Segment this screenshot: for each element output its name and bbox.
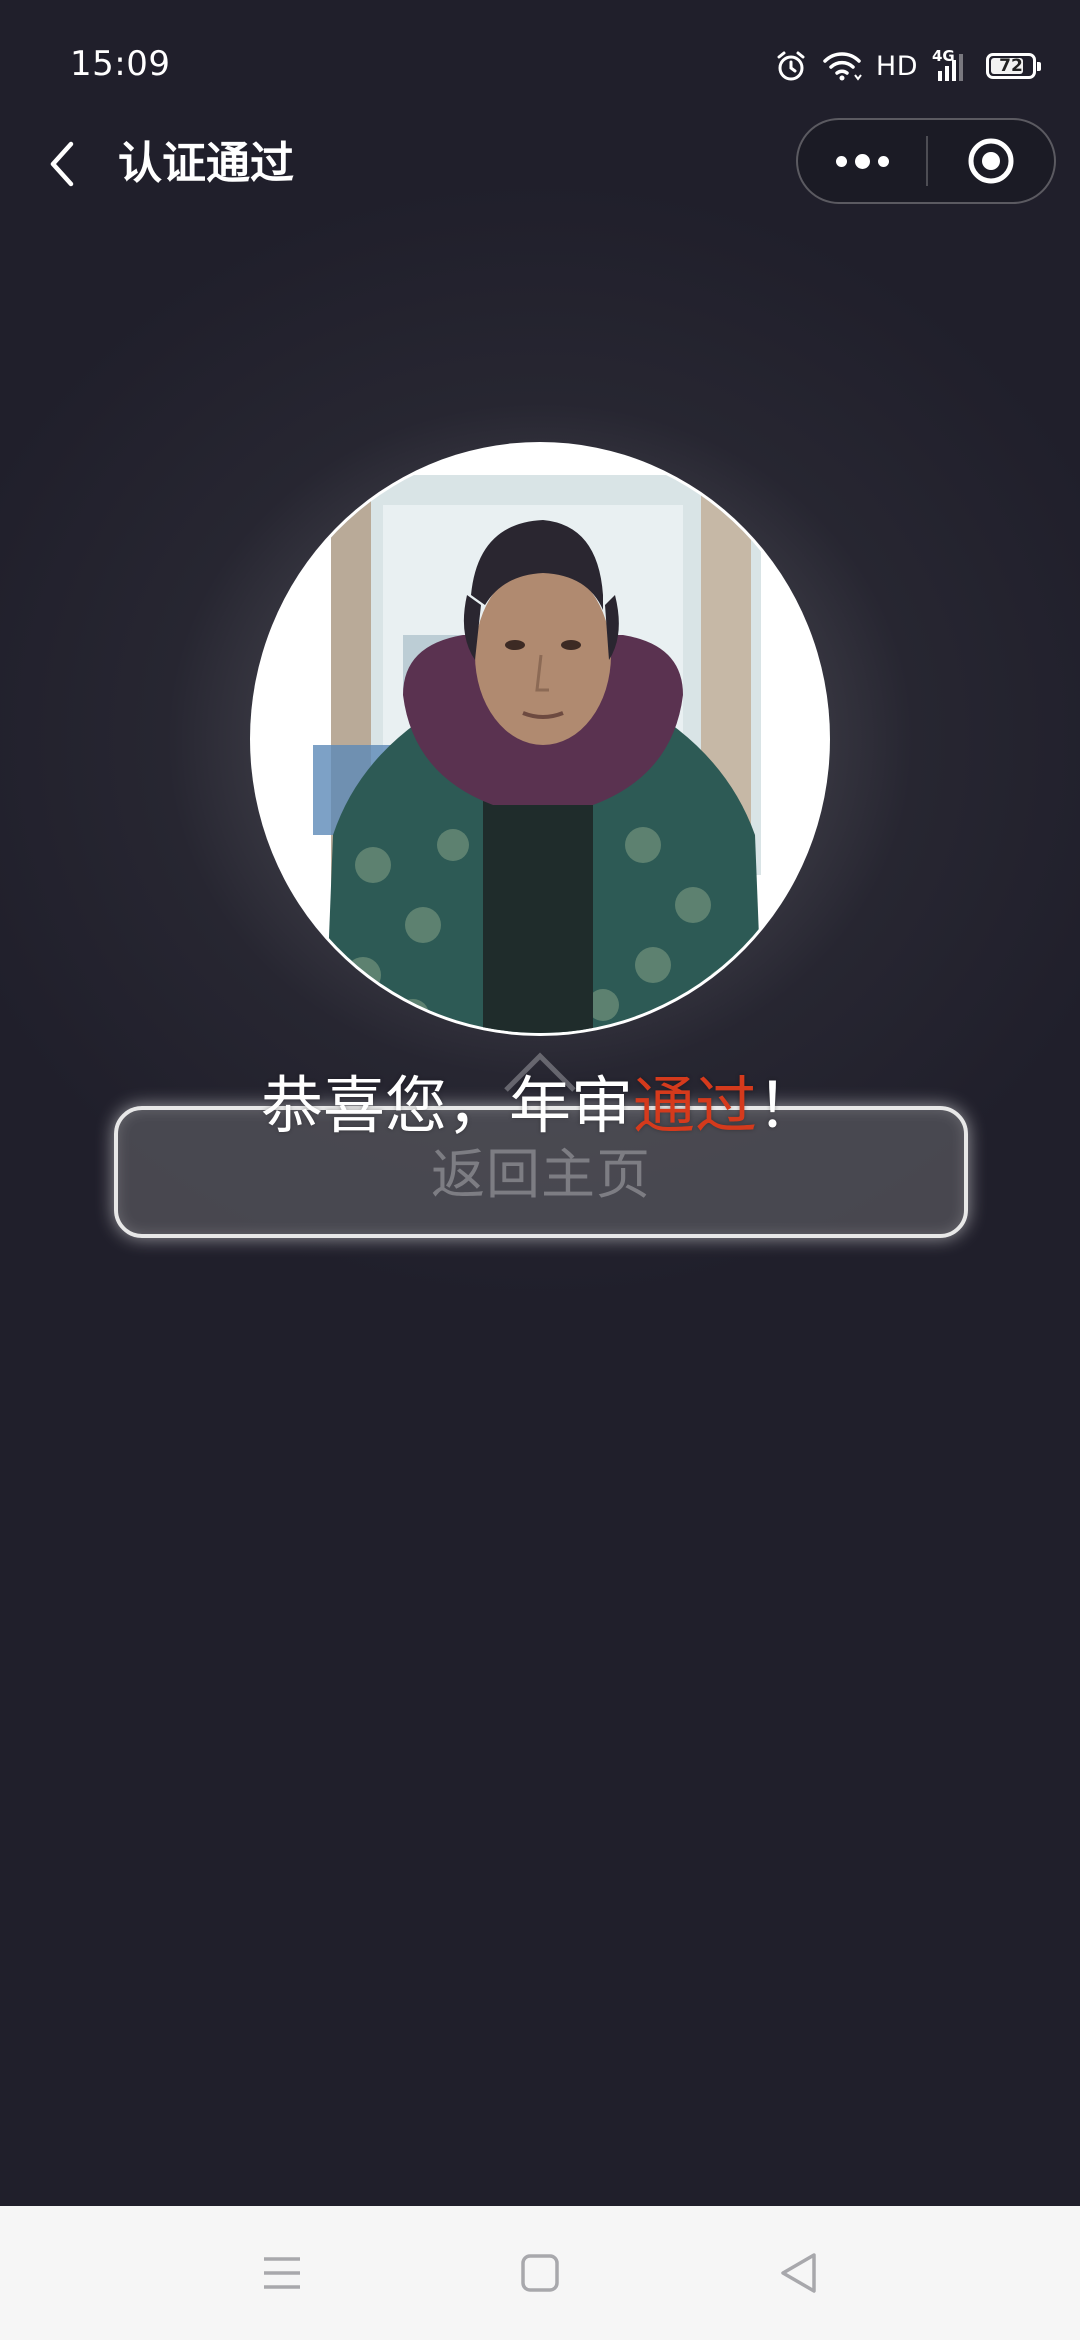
battery-level: 72 <box>999 56 1023 76</box>
cellular-signal-icon: 4G <box>932 47 972 83</box>
alarm-icon <box>774 49 808 83</box>
status-bar: 15:09 HD 4G 72 <box>0 0 1080 120</box>
status-time: 15:09 <box>70 44 171 84</box>
result-message: 恭喜您，年审通过！ <box>0 1064 1080 1148</box>
avatar <box>250 442 830 1036</box>
battery-icon: 72 <box>986 53 1041 79</box>
nav-bar: 认证通过 <box>0 118 1080 208</box>
system-home-button[interactable] <box>480 2206 600 2340</box>
back-button[interactable] <box>38 136 86 192</box>
status-icons: HD 4G 72 <box>774 46 1041 86</box>
screen: 15:09 HD 4G 72 认证通过 恭喜您，年审通过！ 返回主页 <box>0 0 1080 2340</box>
close-button[interactable] <box>928 120 1054 202</box>
square-home-icon <box>521 2254 559 2292</box>
menu-lines-icon <box>264 2257 300 2289</box>
target-close-icon <box>968 138 1014 184</box>
chevron-left-icon <box>50 141 74 187</box>
page-title: 认证通过 <box>118 138 294 189</box>
mini-program-capsule <box>796 118 1056 204</box>
wifi-icon <box>822 49 862 83</box>
more-dots-icon <box>835 155 847 167</box>
result-highlight: 通过 <box>632 1069 757 1142</box>
hd-label: HD <box>875 50 918 82</box>
system-menu-button[interactable] <box>222 2206 342 2340</box>
system-back-button[interactable] <box>738 2206 858 2340</box>
more-button[interactable] <box>798 120 926 202</box>
system-nav-bar <box>0 2206 1080 2340</box>
triangle-back-icon <box>781 2253 816 2293</box>
face-photo <box>253 445 827 1033</box>
result-suffix: ！ <box>757 1069 820 1142</box>
result-prefix: 恭喜您，年审 <box>260 1069 633 1142</box>
